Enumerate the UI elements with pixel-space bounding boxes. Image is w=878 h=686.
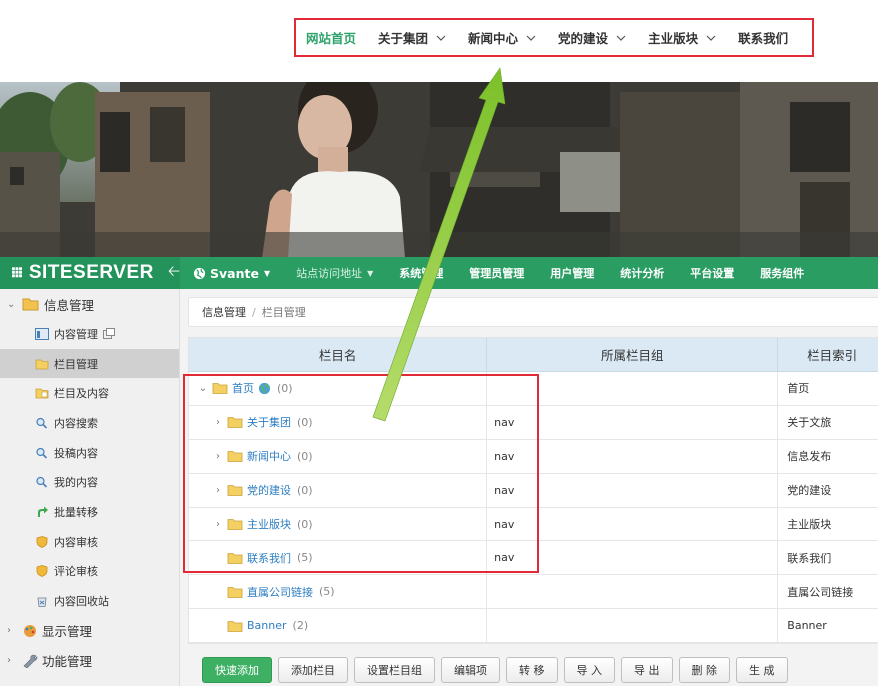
channel-index-cell: 联系我们 bbox=[778, 541, 878, 574]
nav-item-party[interactable]: 党的建设 bbox=[558, 28, 626, 47]
table-row: Banner (2) Banner bbox=[189, 609, 878, 644]
menu-site-url[interactable]: 站点访问地址 ▼ bbox=[283, 265, 386, 281]
chevron-right-icon: › bbox=[7, 625, 11, 637]
add-channel-button[interactable]: 添加栏目 bbox=[278, 657, 348, 683]
sidebar-item-comment-review[interactable]: 评论审核 bbox=[0, 557, 179, 587]
channel-group-cell bbox=[487, 609, 779, 643]
sidebar-group-info[interactable]: ⌄ 信息管理 bbox=[0, 289, 179, 319]
folder-icon bbox=[35, 359, 49, 369]
sidebar-item-content-search[interactable]: 内容搜索 bbox=[0, 408, 179, 438]
caret-down-icon: ▼ bbox=[367, 268, 374, 278]
sidebar-item-batch-transfer[interactable]: 批量转移 bbox=[0, 497, 179, 527]
magnifier-icon bbox=[36, 447, 48, 459]
banner-photo bbox=[0, 82, 878, 258]
chevron-down-icon: ⌄ bbox=[7, 298, 16, 310]
channel-index-cell: 主业版块 bbox=[778, 508, 878, 541]
breadcrumb-separator: / bbox=[252, 305, 256, 319]
magnifier-icon bbox=[36, 477, 48, 488]
content-count: (5) bbox=[319, 585, 335, 599]
palette-icon bbox=[24, 624, 36, 637]
channel-index-cell: 关于文旅 bbox=[778, 406, 878, 439]
sidebar-item-recycle-bin[interactable]: 内容回收站 bbox=[0, 586, 179, 616]
logo-text: SITESERVER bbox=[28, 262, 154, 283]
channel-name-link[interactable]: Banner bbox=[247, 619, 287, 632]
channel-index-cell: 党的建设 bbox=[778, 474, 878, 507]
nav-item-about[interactable]: 关于集团 bbox=[378, 28, 446, 47]
website-top-nav: 网站首页 关于集团 新闻中心 党的建设 主业版块 联系我们 bbox=[0, 0, 878, 82]
sidebar-item-channel-content[interactable]: 栏目及内容 bbox=[0, 378, 179, 408]
chevron-down-icon bbox=[436, 35, 446, 41]
nav-item-news[interactable]: 新闻中心 bbox=[468, 28, 536, 47]
folder-open-icon bbox=[22, 298, 39, 311]
edit-items-button[interactable]: 编辑项 bbox=[441, 657, 500, 683]
menu-service-components[interactable]: 服务组件 bbox=[747, 265, 817, 281]
chevron-right-icon: › bbox=[7, 655, 11, 667]
sidebar-item-content-management[interactable]: 内容管理 bbox=[0, 319, 179, 349]
channel-index-cell: Banner bbox=[778, 609, 878, 642]
folder-content-icon bbox=[35, 388, 49, 399]
channel-index-cell: 首页 bbox=[778, 372, 878, 405]
table-rows-highlight-box bbox=[183, 374, 539, 573]
nav-item-home[interactable]: 网站首页 bbox=[306, 28, 356, 47]
site-switcher[interactable]: Svante ▼ bbox=[180, 266, 283, 281]
channel-index-cell: 信息发布 bbox=[778, 440, 878, 473]
content-count: (2) bbox=[292, 619, 309, 633]
quick-add-button[interactable]: 快速添加 bbox=[202, 657, 272, 683]
channel-name-link[interactable]: 直属公司链接 bbox=[247, 584, 313, 600]
sidebar: ⌄ 信息管理 内容管理 栏目管理 栏目及内容 内容搜索 投稿内容 我的内容 批量… bbox=[0, 289, 180, 686]
shield-icon bbox=[36, 565, 48, 578]
caret-down-icon: ▼ bbox=[263, 268, 271, 278]
column-header-index: 栏目索引 bbox=[778, 338, 878, 371]
magnifier-icon bbox=[36, 417, 48, 429]
chevron-down-icon bbox=[616, 35, 626, 41]
breadcrumb-current: 栏目管理 bbox=[261, 306, 306, 319]
chevron-down-icon bbox=[706, 35, 716, 41]
nav-item-contact[interactable]: 联系我们 bbox=[738, 28, 788, 47]
transfer-arrow-icon bbox=[38, 506, 48, 517]
sidebar-group-display[interactable]: › 显示管理 bbox=[0, 616, 179, 646]
grid-logo-icon bbox=[12, 267, 22, 278]
sidebar-item-my-content[interactable]: 我的内容 bbox=[0, 467, 179, 497]
sidebar-item-submissions[interactable]: 投稿内容 bbox=[0, 438, 179, 468]
arrow-left-icon[interactable]: 🡠 bbox=[168, 261, 180, 286]
folder-icon bbox=[227, 586, 243, 598]
import-button[interactable]: 导 入 bbox=[563, 657, 615, 683]
sidebar-item-content-review[interactable]: 内容审核 bbox=[0, 527, 179, 557]
website-nav-highlight-box: 网站首页 关于集团 新闻中心 党的建设 主业版块 联系我们 bbox=[294, 18, 814, 57]
action-button-bar: 快速添加 添加栏目 设置栏目组 编辑项 转 移 导 入 导 出 删 除 生 成 bbox=[202, 657, 788, 683]
globe-icon bbox=[193, 267, 206, 279]
menu-system-management[interactable]: 系统管理 bbox=[386, 265, 456, 281]
folder-icon bbox=[227, 620, 243, 632]
popout-icon[interactable] bbox=[103, 328, 115, 340]
menu-platform-settings[interactable]: 平台设置 bbox=[677, 265, 747, 281]
shield-icon bbox=[36, 535, 48, 548]
set-channel-group-button[interactable]: 设置栏目组 bbox=[354, 657, 435, 683]
menu-user-management[interactable]: 用户管理 bbox=[537, 265, 607, 281]
delete-button[interactable]: 删 除 bbox=[678, 657, 730, 683]
breadcrumb-root[interactable]: 信息管理 bbox=[202, 304, 246, 320]
channel-index-cell: 直属公司链接 bbox=[778, 575, 878, 608]
sidebar-group-function[interactable]: › 功能管理 bbox=[0, 646, 179, 676]
table-row: 直属公司链接 (5) 直属公司链接 bbox=[189, 575, 878, 610]
siteserver-logo[interactable]: SITESERVER 🡠 bbox=[0, 257, 180, 289]
wrench-icon bbox=[23, 654, 38, 668]
column-header-name: 栏目名 bbox=[189, 338, 488, 371]
menu-admin-management[interactable]: 管理员管理 bbox=[456, 265, 537, 281]
column-header-group: 所属栏目组 bbox=[487, 338, 779, 371]
table-header: 栏目名 所属栏目组 栏目索引 bbox=[189, 338, 878, 372]
admin-header: SITESERVER 🡠 Svante ▼ 站点访问地址 ▼ 系统管理 管理员管理 … bbox=[0, 257, 878, 289]
export-button[interactable]: 导 出 bbox=[621, 657, 673, 683]
nav-item-business[interactable]: 主业版块 bbox=[648, 28, 716, 47]
chevron-down-icon bbox=[526, 35, 536, 41]
transfer-button[interactable]: 转 移 bbox=[506, 657, 558, 683]
generate-button[interactable]: 生 成 bbox=[736, 657, 788, 683]
content-list-icon bbox=[35, 327, 49, 340]
breadcrumb: 信息管理 / 栏目管理 bbox=[188, 297, 878, 327]
sidebar-item-channel-management[interactable]: 栏目管理 bbox=[0, 348, 179, 379]
menu-statistics[interactable]: 统计分析 bbox=[607, 265, 677, 281]
banner-image bbox=[0, 82, 878, 258]
recycle-bin-icon bbox=[37, 597, 47, 607]
channel-group-cell bbox=[487, 575, 779, 609]
